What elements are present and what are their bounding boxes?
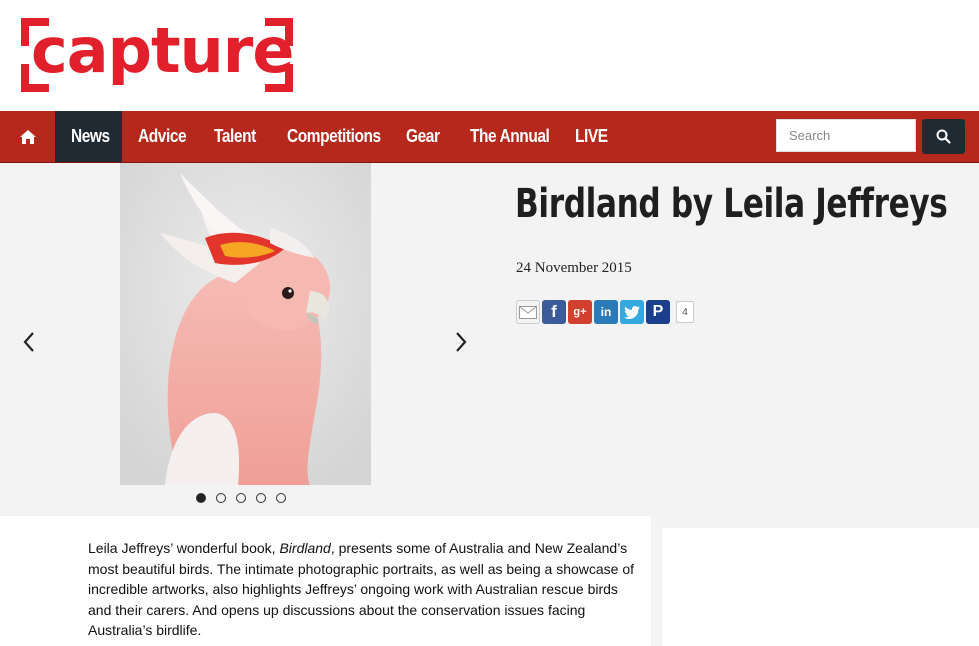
share-email-button[interactable] (516, 300, 540, 324)
cockatoo-photo (120, 163, 371, 485)
article-intro: Leila Jeffreys’ wonderful book, Birdland… (88, 538, 640, 641)
search-button[interactable] (922, 119, 965, 154)
nav-item-gear[interactable]: Gear (406, 111, 440, 162)
pinterest-icon: P (652, 303, 664, 320)
slider-dot-5[interactable] (276, 493, 286, 503)
sidebar-panel (662, 528, 979, 646)
slider-dot-3[interactable] (236, 493, 246, 503)
search-input[interactable] (776, 119, 916, 152)
share-facebook-button[interactable]: f (542, 300, 566, 324)
slider-next-button[interactable] (454, 329, 468, 359)
google-plus-icon: g+ (573, 306, 587, 318)
nav-item-talent[interactable]: Talent (214, 111, 256, 162)
share-twitter-button[interactable] (620, 300, 644, 324)
article-date: 24 November 2015 (516, 260, 632, 276)
article-hero: Birdland by Leila Jeffreys 24 November 2… (0, 163, 979, 516)
sidebar-left-gap (651, 528, 662, 646)
article-intro-book-title: Birdland (279, 540, 331, 556)
nav-item-advice[interactable]: Advice (138, 111, 187, 162)
facebook-icon: f (551, 302, 557, 321)
chevron-left-icon (23, 332, 34, 352)
home-icon (20, 129, 36, 144)
share-pinterest-button[interactable]: P (646, 300, 670, 324)
nav-item-the-annual[interactable]: The Annual (470, 111, 550, 162)
article-body: Leila Jeffreys’ wonderful book, Birdland… (0, 516, 651, 646)
article-title: Birdland by Leila Jeffreys (515, 181, 948, 227)
share-count: 4 (676, 301, 694, 323)
share-buttons: f g+ in P 4 (516, 300, 694, 324)
chevron-right-icon (456, 332, 467, 352)
share-linkedin-button[interactable]: in (594, 300, 618, 324)
search-icon (936, 129, 951, 144)
linkedin-icon: in (600, 305, 612, 319)
article-intro-start: Leila Jeffreys’ wonderful book, (88, 540, 280, 556)
nav-item-competitions[interactable]: Competitions (287, 111, 381, 162)
nav-item-live[interactable]: LIVE (575, 111, 608, 162)
sidebar-top-gap (651, 516, 979, 528)
slider-prev-button[interactable] (22, 329, 36, 359)
slider-image (120, 163, 371, 485)
slider-dot-2[interactable] (216, 493, 226, 503)
main-nav: News Advice Talent Competitions Gear The… (0, 111, 979, 163)
slider-pagination (196, 493, 286, 503)
nav-home-button[interactable] (0, 111, 56, 162)
twitter-icon (624, 305, 640, 319)
email-icon (519, 305, 537, 319)
logo-wordmark: capture (31, 14, 294, 87)
slider-dot-4[interactable] (256, 493, 266, 503)
slider-dot-1[interactable] (196, 493, 206, 503)
site-logo[interactable]: capture (21, 14, 294, 92)
nav-item-news[interactable]: News (71, 111, 110, 162)
share-google-plus-button[interactable]: g+ (568, 300, 592, 324)
